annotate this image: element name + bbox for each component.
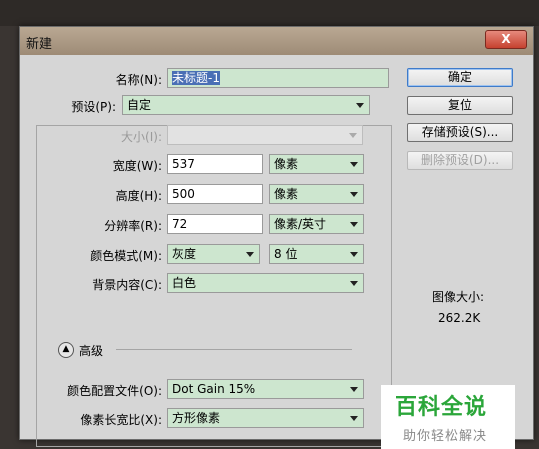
color-mode-select[interactable]: 灰度	[167, 244, 260, 264]
resolution-label: 分辨率(R):	[104, 219, 162, 233]
pixel-aspect-value: 方形像素	[172, 411, 221, 425]
color-profile-value: Dot Gain 15%	[172, 382, 256, 396]
chevron-up-icon: ▲	[62, 344, 70, 354]
resolution-input[interactable]: 72	[167, 214, 263, 234]
watermark-main-text: 百科全说	[395, 395, 488, 420]
ok-button[interactable]: 确定	[407, 68, 513, 87]
bit-depth-select[interactable]: 8 位	[269, 244, 364, 264]
chevron-down-icon	[246, 252, 254, 257]
title-bar[interactable]: 新建 X	[20, 27, 533, 55]
height-unit-select[interactable]: 像素	[269, 184, 364, 204]
color-profile-select[interactable]: Dot Gain 15%	[167, 379, 364, 399]
name-label: 名称(N):	[115, 73, 162, 87]
color-profile-label: 颜色配置文件(O):	[67, 384, 162, 398]
dialog-title: 新建	[26, 37, 53, 52]
color-mode-label: 颜色模式(M):	[90, 249, 162, 263]
dialog-body: 名称(N): 未标题-1 预设(P): 自定 大小(I): 宽度(W): 537…	[20, 55, 533, 449]
width-unit-value: 像素	[274, 157, 299, 171]
bit-depth-value: 8 位	[274, 247, 298, 261]
size-label: 大小(I):	[121, 130, 162, 144]
reset-button[interactable]: 复位	[407, 96, 513, 115]
close-button[interactable]: X	[485, 30, 527, 49]
advanced-divider	[116, 349, 352, 350]
chevron-down-icon	[350, 281, 358, 286]
background-value: 白色	[172, 276, 197, 290]
chevron-down-icon	[350, 252, 358, 257]
advanced-toggle-button[interactable]: ▲	[58, 342, 74, 358]
name-input[interactable]: 未标题-1	[167, 68, 389, 88]
resolution-value: 72	[172, 217, 188, 231]
size-select	[167, 125, 363, 145]
background-label: 背景内容(C):	[92, 278, 162, 292]
chevron-down-icon	[350, 416, 358, 421]
chevron-down-icon	[350, 387, 358, 392]
height-unit-value: 像素	[274, 187, 299, 201]
desktop-background	[0, 0, 539, 26]
name-value: 未标题-1	[172, 71, 220, 85]
chevron-down-icon	[350, 222, 358, 227]
color-mode-value: 灰度	[172, 247, 197, 261]
height-input[interactable]: 500	[167, 184, 263, 204]
height-label: 高度(H):	[115, 189, 162, 203]
pixel-aspect-select[interactable]: 方形像素	[167, 408, 364, 428]
image-size-value: 262.2K	[438, 311, 481, 325]
chevron-down-icon	[350, 162, 358, 167]
preset-value: 自定	[127, 98, 152, 112]
advanced-label: 高级	[79, 344, 104, 358]
resolution-unit-value: 像素/英寸	[274, 217, 327, 231]
image-size-label: 图像大小:	[432, 290, 485, 304]
watermark-logo: 百科全说 助你轻松解决	[381, 385, 515, 449]
background-select[interactable]: 白色	[167, 273, 364, 293]
width-unit-select[interactable]: 像素	[269, 154, 364, 174]
new-document-dialog: 新建 X 名称(N): 未标题-1 预设(P): 自定 大小(I): 宽度(W)…	[19, 26, 534, 449]
preset-select[interactable]: 自定	[122, 95, 370, 115]
height-value: 500	[172, 187, 195, 201]
resolution-unit-select[interactable]: 像素/英寸	[269, 214, 364, 234]
width-input[interactable]: 537	[167, 154, 263, 174]
pixel-aspect-label: 像素长宽比(X):	[80, 413, 162, 427]
save-preset-button[interactable]: 存储预设(S)...	[407, 123, 513, 142]
chevron-down-icon	[350, 192, 358, 197]
width-label: 宽度(W):	[112, 159, 162, 173]
watermark-sub-text: 助你轻松解决	[403, 429, 488, 444]
chevron-down-icon	[349, 133, 357, 138]
chevron-down-icon	[356, 103, 364, 108]
preset-label: 预设(P):	[71, 100, 116, 114]
width-value: 537	[172, 157, 195, 171]
delete-preset-button: 删除预设(D)...	[407, 151, 513, 170]
